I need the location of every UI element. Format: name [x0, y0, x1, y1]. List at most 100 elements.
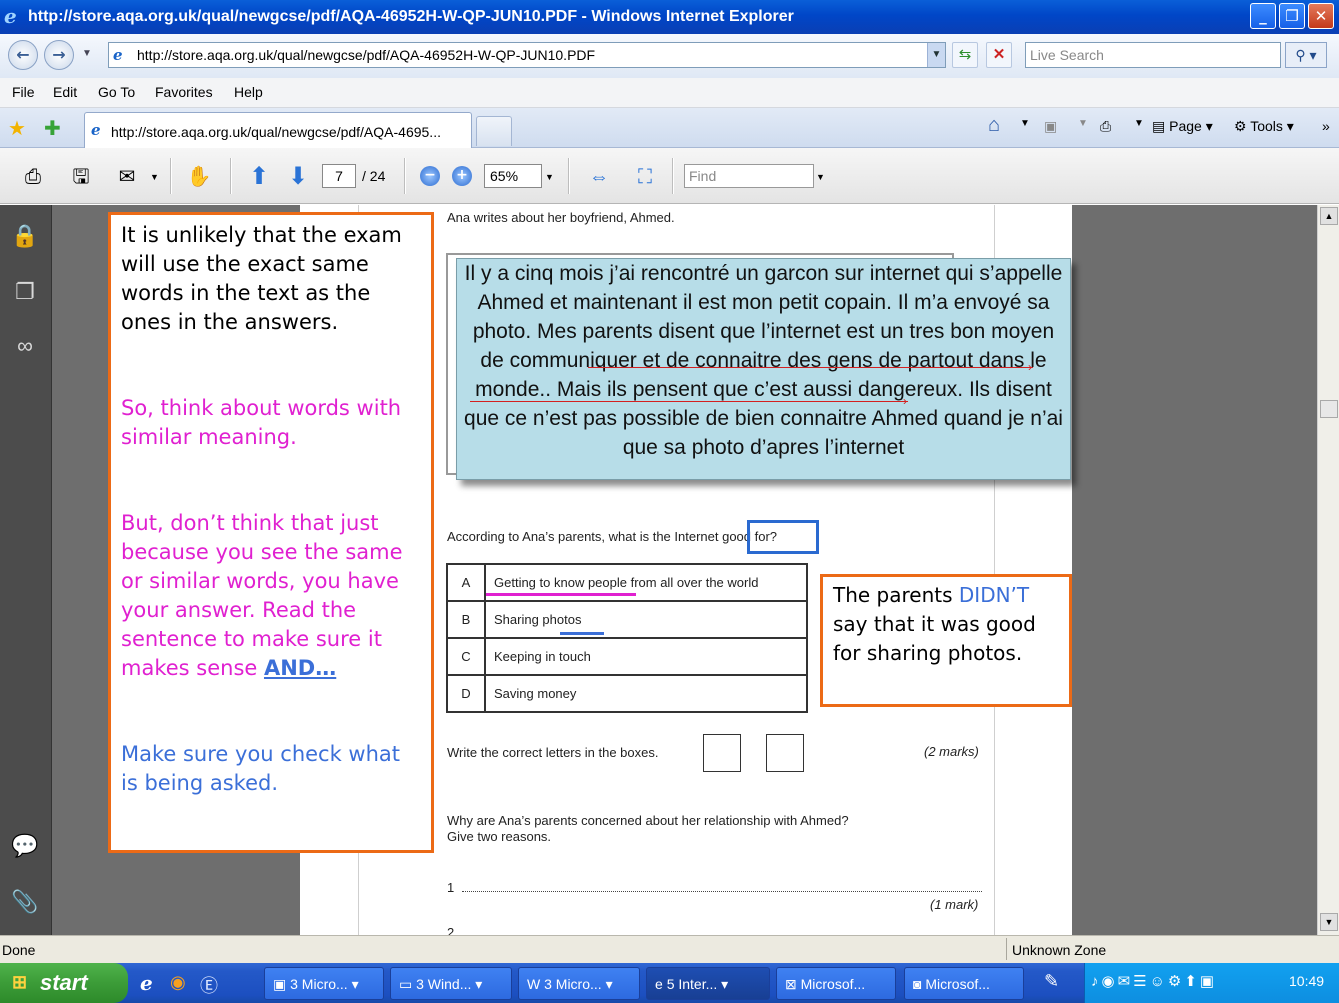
arrowhead-icon: ›: [903, 394, 907, 408]
fit-width-icon[interactable]: ⇔: [584, 162, 614, 192]
close-button[interactable]: ✕: [1308, 3, 1334, 29]
table-row[interactable]: D Saving money: [446, 674, 808, 713]
answer-box-1[interactable]: [703, 734, 741, 772]
start-button[interactable]: ⊞ start: [0, 963, 128, 1003]
task-button-internet-explorer[interactable]: e 5 Inter... ▾: [646, 967, 770, 1000]
tip-paragraph-2: So, think about words with similar meani…: [121, 396, 402, 449]
menu-goto[interactable]: Go To: [98, 84, 135, 100]
task-label: 3 Micro...: [544, 976, 602, 992]
next-page-icon[interactable]: ⬇: [283, 162, 313, 192]
fit-page-icon[interactable]: ⛶: [630, 162, 660, 192]
title-bar: e http://store.aqa.org.uk/qual/newgcse/p…: [0, 0, 1339, 34]
search-input[interactable]: Live Search: [1025, 42, 1281, 68]
task-button-word[interactable]: W 3 Micro... ▾: [518, 967, 640, 1000]
attachments-icon[interactable]: 📎: [10, 887, 40, 917]
page-icon: e: [113, 46, 123, 64]
pages-icon[interactable]: ❐: [10, 277, 40, 307]
taskbar: ⊞ start e ◉ Ⓔ ▣ 3 Micro... ▾ ▭ 3 Wind...…: [0, 963, 1339, 1003]
clock: 10:49: [1289, 973, 1325, 989]
tray-icons[interactable]: ♪◉✉☰☺⚙⬆▣: [1091, 972, 1217, 990]
task-button-explorer[interactable]: ▭ 3 Wind... ▾: [390, 967, 512, 1000]
lock-icon[interactable]: 🔒: [10, 221, 40, 251]
more-chevron-icon[interactable]: »: [1322, 118, 1330, 134]
refresh-icon[interactable]: ⇆: [952, 42, 978, 68]
pdf-save-icon[interactable]: 🖫: [66, 162, 96, 192]
option-text: Sharing photos: [484, 600, 808, 639]
task-button-excel[interactable]: ⊠ Microsof...: [776, 967, 896, 1000]
ie-task-icon: e: [655, 976, 667, 992]
passage-intro: Ana writes about her boyfriend, Ahmed.: [447, 210, 675, 225]
table-row[interactable]: C Keeping in touch: [446, 637, 808, 676]
home-dropdown-icon[interactable]: ▼: [1020, 118, 1030, 129]
answer-box-2[interactable]: [766, 734, 804, 772]
pdf-email-icon[interactable]: ✉: [112, 162, 142, 192]
scroll-down-icon[interactable]: ▼: [1320, 913, 1338, 931]
previous-page-icon[interactable]: ⬆: [244, 162, 274, 192]
zoom-select[interactable]: 65%: [484, 164, 542, 188]
page-number-input[interactable]: 7: [322, 164, 356, 188]
option-letter: B: [446, 600, 486, 639]
history-dropdown-icon[interactable]: ▼: [82, 48, 92, 59]
question-2-line-2: Give two reasons.: [447, 829, 552, 844]
vertical-scrollbar[interactable]: ▲ ▼: [1317, 205, 1339, 935]
print-icon[interactable]: ⎙: [1100, 118, 1111, 135]
menu-edit[interactable]: Edit: [53, 84, 77, 100]
pen-icon[interactable]: ✎: [1044, 971, 1059, 992]
stop-icon[interactable]: ✕: [986, 42, 1012, 68]
menu-help[interactable]: Help: [234, 84, 263, 100]
print-dropdown-icon[interactable]: ▼: [1134, 118, 1144, 129]
quicklaunch-ie-icon[interactable]: e: [140, 971, 153, 995]
back-button[interactable]: ←: [8, 40, 38, 70]
scroll-thumb[interactable]: [1320, 400, 1338, 418]
task-button-powerpoint[interactable]: ▣ 3 Micro... ▾: [264, 967, 384, 1000]
pdf-toolbar: ⎙ 🖫 ✉ ▼ ✋ ⬆ ⬇ 7 / 24 − + 65% ▼ ⇔ ⛶ Find …: [0, 148, 1339, 204]
menu-file[interactable]: File: [12, 84, 35, 100]
answer-line[interactable]: [462, 891, 982, 892]
option-text: Keeping in touch: [484, 637, 808, 676]
favorites-star-icon[interactable]: ★: [8, 116, 26, 141]
zoom-out-icon[interactable]: −: [420, 166, 440, 186]
zoom-dropdown-icon[interactable]: ▼: [545, 172, 554, 182]
quicklaunch-outlook-icon[interactable]: ◉: [170, 972, 186, 993]
menu-favorites[interactable]: Favorites: [155, 84, 213, 100]
zoom-in-icon[interactable]: +: [452, 166, 472, 186]
find-input[interactable]: Find: [684, 164, 814, 188]
new-tab-button[interactable]: [476, 116, 512, 146]
tab-page-icon: e: [91, 121, 101, 139]
security-zone: Unknown Zone: [1012, 942, 1107, 958]
tip-paragraph-3-text: But, don’t think that just because you s…: [121, 511, 403, 680]
parents-note: The parents DIDN’T say that it was good …: [820, 574, 1072, 707]
tab-active[interactable]: e http://store.aqa.org.uk/qual/newgcse/p…: [84, 112, 472, 149]
feeds-icon[interactable]: ▣: [1044, 118, 1057, 135]
search-icon[interactable]: ⚲ ▾: [1285, 42, 1327, 68]
and-link[interactable]: AND…: [264, 656, 336, 680]
task-button-office[interactable]: ◙ Microsof...: [904, 967, 1024, 1000]
table-row[interactable]: B Sharing photos: [446, 600, 808, 639]
home-icon[interactable]: ⌂: [988, 114, 1000, 137]
pdf-print-icon[interactable]: ⎙: [18, 162, 48, 192]
tip-paragraph-1: It is unlikely that the exam will use th…: [121, 223, 402, 334]
address-bar[interactable]: e http://store.aqa.org.uk/qual/newgcse/p…: [108, 42, 946, 68]
find-dropdown-icon[interactable]: ▼: [816, 172, 825, 182]
minimize-button[interactable]: _: [1250, 3, 1276, 29]
pdf-hand-tool-icon[interactable]: ✋: [184, 162, 214, 192]
feeds-dropdown-icon[interactable]: ▼: [1078, 118, 1088, 129]
status-divider: [1006, 938, 1007, 960]
menu-bar: File Edit Go To Favorites Help: [0, 78, 1339, 108]
passage-text-box: Il y a cinq mois j’ai rencontré un garco…: [456, 258, 1071, 480]
pdf-email-dropdown-icon[interactable]: ▼: [150, 172, 159, 182]
tools-menu[interactable]: ⚙ Tools ▾: [1234, 118, 1294, 135]
page-menu[interactable]: ▤ Page ▾: [1152, 118, 1213, 135]
quicklaunch-app-icon[interactable]: Ⓔ: [200, 972, 218, 998]
forward-button[interactable]: →: [44, 40, 74, 70]
comments-icon[interactable]: 💬: [10, 831, 40, 861]
scroll-up-icon[interactable]: ▲: [1320, 207, 1338, 225]
arrowhead-icon: ›: [1028, 360, 1032, 374]
add-favorite-icon[interactable]: ✚: [44, 116, 61, 141]
options-table: A Getting to know people from all over t…: [446, 563, 808, 713]
word-icon: W: [527, 976, 545, 992]
address-dropdown-icon[interactable]: ▼: [927, 43, 945, 67]
restore-button[interactable]: ❐: [1279, 3, 1305, 29]
option-letter: C: [446, 637, 486, 676]
binoculars-icon[interactable]: ∞: [10, 331, 40, 361]
